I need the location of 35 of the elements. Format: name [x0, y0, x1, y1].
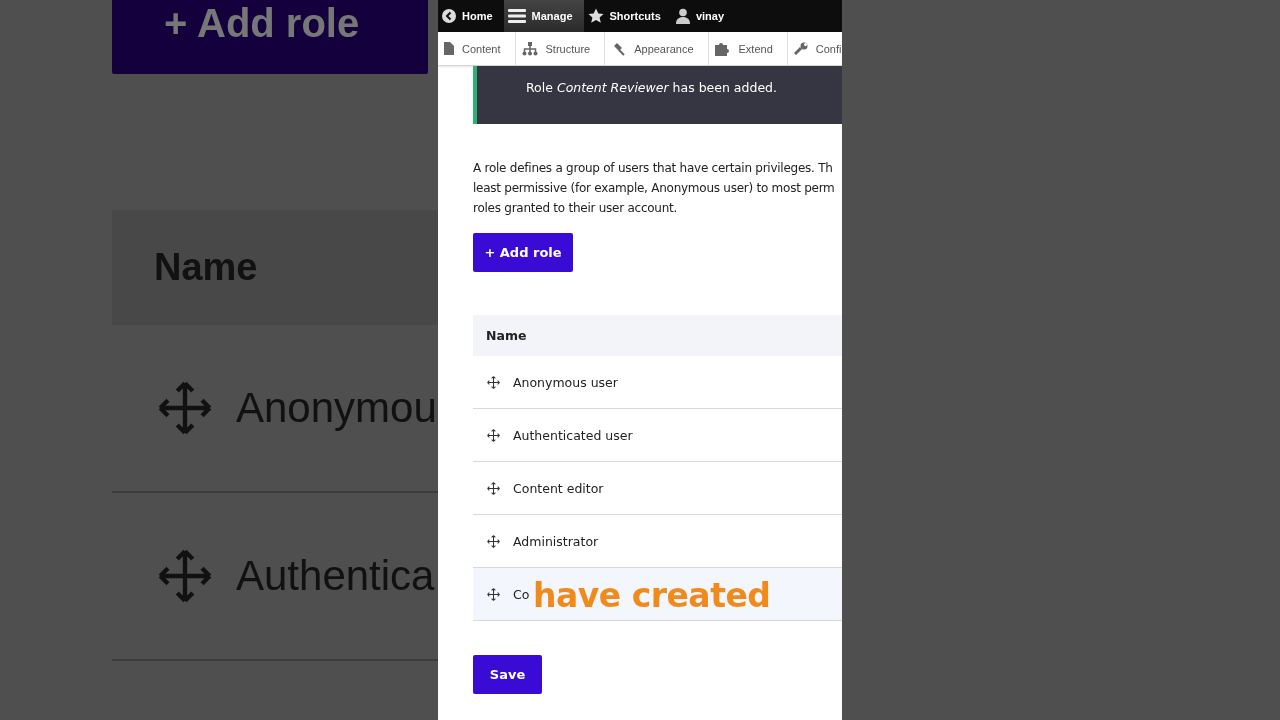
move-icon[interactable]	[486, 586, 501, 602]
toolbar-tab[interactable]: Shortcuts	[583, 0, 672, 32]
menu-item[interactable]: Content	[438, 32, 516, 65]
caption-text: have created	[533, 576, 771, 615]
menu-icon	[507, 9, 526, 23]
status-message: Role Content Reviewer has been added.	[473, 66, 842, 124]
description-text: A role defines a group of users that have certain privileges. Th least permissive (for example, Anonymous user) to most perm roles granted to their user account.	[473, 160, 836, 217]
move-icon[interactable]	[486, 374, 501, 390]
role-name: Administrator	[513, 533, 599, 549]
toolbar-tab[interactable]: vinay	[671, 0, 735, 32]
column-header: Name	[473, 315, 842, 356]
role-name: Co	[513, 586, 530, 602]
move-icon[interactable]	[486, 427, 501, 443]
role-name: Authentica	[236, 552, 435, 600]
toolbar-tab[interactable]: Manage	[503, 0, 584, 32]
back-icon	[442, 9, 456, 23]
menu-item[interactable]: Structure	[515, 32, 606, 65]
star-icon	[587, 8, 604, 24]
role-name: Content editor	[513, 480, 604, 496]
menu-item[interactable]: Extend	[708, 32, 788, 65]
wrench-icon	[793, 41, 808, 56]
role-name: Anonymou	[236, 384, 437, 432]
role-name: Authenticated user	[513, 427, 633, 443]
person-icon	[675, 8, 690, 24]
save-button[interactable]: Save	[473, 655, 542, 694]
column-header: Name	[154, 246, 258, 289]
menu-item[interactable]: Appearance	[605, 32, 709, 65]
add-role-button[interactable]: + Add role	[473, 233, 573, 272]
puzzle-icon	[714, 41, 731, 56]
move-icon[interactable]	[486, 480, 501, 496]
document-icon	[444, 42, 454, 55]
toolbar-tab[interactable]: Home	[438, 0, 504, 32]
move-icon[interactable]	[486, 533, 501, 549]
sitemap-icon	[521, 41, 538, 56]
role-name: Anonymous user	[513, 374, 618, 390]
